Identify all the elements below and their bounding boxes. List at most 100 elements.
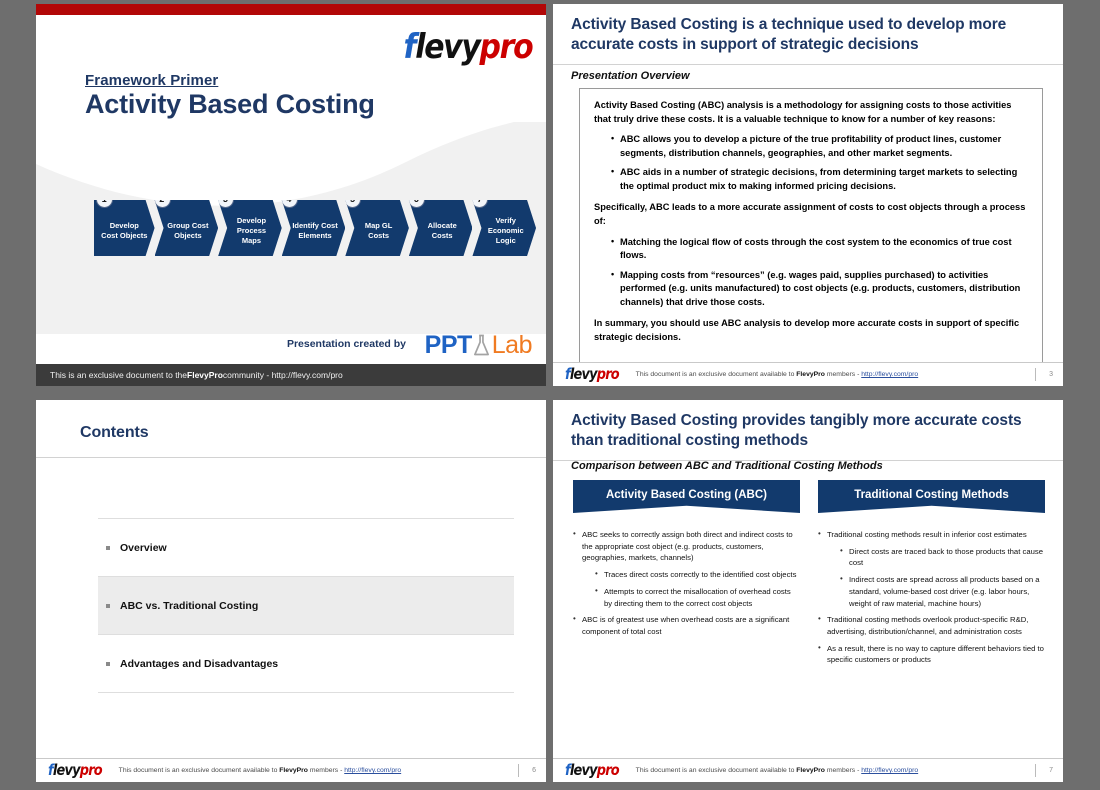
abc-bullet-0: ABC seeks to correctly assign both direc… bbox=[573, 528, 800, 609]
footer-mid: members - bbox=[824, 371, 862, 378]
process-step-label: Verify Economic Logic bbox=[487, 215, 524, 246]
footer-mid: members - bbox=[307, 767, 345, 774]
process-step-label: Identify Cost Elements bbox=[292, 220, 338, 240]
slide-presentation-overview[interactable]: Activity Based Costing is a technique us… bbox=[553, 4, 1063, 386]
overview-bullet: Matching the logical flow of costs throu… bbox=[611, 234, 1028, 263]
pptlab-logo: PPT Lab bbox=[424, 331, 533, 359]
traditional-bullet-0: Traditional costing methods result in in… bbox=[818, 528, 1045, 610]
pptlab-lab-text: Lab bbox=[491, 331, 533, 359]
footer-brand: FlevyPro bbox=[796, 371, 825, 378]
process-step-label: Group Cost Objects bbox=[167, 220, 209, 240]
toc-item-label: ABC vs. Traditional Costing bbox=[120, 599, 259, 612]
process-step-5: 5 Map GL Costs bbox=[345, 200, 409, 256]
traditional-bullet-1: Traditional costing methods overlook pro… bbox=[818, 613, 1045, 637]
footer-pre: This document is an exclusive document a… bbox=[635, 371, 797, 378]
footer-logo-pro: pro bbox=[596, 761, 620, 779]
abc-sub-bullet: Traces direct costs correctly to the ide… bbox=[595, 568, 800, 581]
footer-brand: FlevyPro bbox=[796, 767, 825, 774]
toc-item-label: Advantages and Disadvantages bbox=[120, 657, 279, 670]
abc-bullet-list: ABC seeks to correctly assign both direc… bbox=[573, 528, 800, 638]
process-step-label: Develop Cost Objects bbox=[101, 220, 148, 240]
page-number-value: 6 bbox=[532, 767, 536, 774]
flevypro-footer-logo: flevypro bbox=[48, 761, 103, 779]
slide-title[interactable]: flevypro Framework Primer Activity Based… bbox=[36, 4, 546, 386]
toc-item-0[interactable]: Overview bbox=[98, 519, 514, 576]
process-step-2: 2 Group Cost Objects bbox=[155, 200, 219, 256]
footer-logo-pro: pro bbox=[79, 761, 103, 779]
slide3-header: Contents bbox=[36, 400, 546, 459]
slide2-page-number: 3 bbox=[1035, 368, 1053, 381]
process-step-3: 3 Develop Process Maps bbox=[218, 200, 282, 256]
slide-contents[interactable]: Contents Overview ABC vs. Traditional Cos… bbox=[36, 400, 546, 782]
footer-text: This document is an exclusive document a… bbox=[636, 371, 918, 378]
process-step-4: 4 Identify Cost Elements bbox=[282, 200, 346, 256]
comparison-column-traditional: Traditional Costing Methods Traditional … bbox=[818, 480, 1045, 671]
footer-logo-levy: levy bbox=[52, 761, 81, 779]
abc-sub-list: Traces direct costs correctly to the ide… bbox=[582, 568, 800, 609]
pptlab-ppt-text: PPT bbox=[424, 331, 473, 359]
page-separator bbox=[1035, 368, 1037, 381]
footer-logo-levy: levy bbox=[569, 365, 598, 383]
bar-text-post: community - http://flevy.com/pro bbox=[222, 370, 343, 380]
footer-link[interactable]: http://flevy.com/pro bbox=[861, 767, 918, 774]
process-step-label: Develop Process Maps bbox=[236, 215, 267, 246]
footer-link[interactable]: http://flevy.com/pro bbox=[344, 767, 401, 774]
abc-sub-bullet: Attempts to correct the misallocation of… bbox=[595, 585, 800, 609]
toc-divider bbox=[98, 692, 514, 693]
traditional-bullet-2: As a result, there is no way to capture … bbox=[818, 642, 1045, 666]
slide-abc-vs-traditional[interactable]: Activity Based Costing provides tangibly… bbox=[553, 400, 1063, 782]
page-separator bbox=[518, 764, 520, 777]
logo-f: f bbox=[403, 27, 416, 67]
traditional-sub-list: Direct costs are traced back to those pr… bbox=[827, 545, 1045, 610]
traditional-sub-bullet: Direct costs are traced back to those pr… bbox=[840, 545, 1045, 569]
slide4-header: Activity Based Costing provides tangibly… bbox=[553, 400, 1063, 461]
created-by-label: Presentation created by bbox=[286, 338, 406, 350]
footer-pre: This document is an exclusive document a… bbox=[635, 767, 797, 774]
footer-logo-pro: pro bbox=[596, 365, 620, 383]
footer-brand: FlevyPro bbox=[279, 767, 308, 774]
overview-paragraph-3: In summary, you should use ABC analysis … bbox=[594, 318, 1020, 342]
slide3-footer: flevypro This document is an exclusive d… bbox=[36, 758, 546, 782]
bar-brand: FlevyPro bbox=[187, 370, 223, 380]
logo-levy: levy bbox=[414, 27, 481, 67]
slide3-page-number: 6 bbox=[518, 764, 536, 777]
flevypro-logo: flevypro bbox=[403, 27, 533, 67]
toc-item-2[interactable]: Advantages and Disadvantages bbox=[98, 635, 514, 692]
traditional-banner: Traditional Costing Methods bbox=[818, 480, 1045, 513]
slide4-subtitle: Comparison between ABC and Traditional C… bbox=[571, 460, 883, 472]
toc-item-1[interactable]: ABC vs. Traditional Costing bbox=[98, 577, 514, 634]
flevypro-footer-logo: flevypro bbox=[565, 365, 620, 383]
slide2-subtitle: Presentation Overview bbox=[571, 70, 690, 82]
overview-paragraph-1: Activity Based Costing (ABC) analysis is… bbox=[594, 100, 1012, 124]
process-step-label: Allocate Costs bbox=[427, 220, 457, 240]
footer-text: This document is an exclusive document a… bbox=[119, 767, 401, 774]
process-step-7: 7 Verify Economic Logic bbox=[472, 200, 536, 256]
comparison-columns: Activity Based Costing (ABC) ABC seeks t… bbox=[573, 480, 1045, 671]
process-step-label: Map GL Costs bbox=[364, 220, 393, 240]
bar-text-pre: This is an exclusive document to the bbox=[50, 370, 188, 380]
toc-item-label: Overview bbox=[120, 541, 167, 554]
overview-bullet: ABC aids in a number of strategic decisi… bbox=[611, 165, 1028, 193]
comparison-column-abc: Activity Based Costing (ABC) ABC seeks t… bbox=[573, 480, 800, 671]
traditional-bullet-text: Traditional costing methods result in in… bbox=[827, 530, 1027, 539]
exclusive-document-bar: This is an exclusive document to the Fle… bbox=[36, 364, 546, 386]
red-accent-bar bbox=[36, 4, 546, 15]
contents-title: Contents bbox=[80, 424, 149, 441]
traditional-sub-bullet: Indirect costs are spread across all pro… bbox=[840, 573, 1045, 609]
overview-bullet: ABC allows you to develop a picture of t… bbox=[611, 132, 1028, 160]
slide-kicker: Framework Primer bbox=[85, 72, 219, 89]
flask-icon bbox=[473, 334, 489, 356]
traditional-bullet-text: As a result, there is no way to capture … bbox=[827, 643, 1044, 665]
page-number-value: 7 bbox=[1049, 767, 1053, 774]
slide2-title: Activity Based Costing is a technique us… bbox=[571, 16, 1007, 54]
table-of-contents: Overview ABC vs. Traditional Costing Advan… bbox=[98, 518, 514, 693]
footer-mid: members - bbox=[824, 767, 862, 774]
slide-main-title: Activity Based Costing bbox=[85, 89, 375, 119]
footer-link[interactable]: http://flevy.com/pro bbox=[861, 371, 918, 378]
logo-pro: pro bbox=[479, 27, 533, 67]
page-number-value: 3 bbox=[1049, 371, 1053, 378]
traditional-bullet-list: Traditional costing methods result in in… bbox=[818, 528, 1045, 666]
overview-bullet: Mapping costs from “resources” (e.g. wag… bbox=[611, 268, 1028, 310]
footer-text: This document is an exclusive document a… bbox=[636, 767, 918, 774]
abc-bullet-1: ABC is of greatest use when overhead cos… bbox=[573, 613, 800, 637]
